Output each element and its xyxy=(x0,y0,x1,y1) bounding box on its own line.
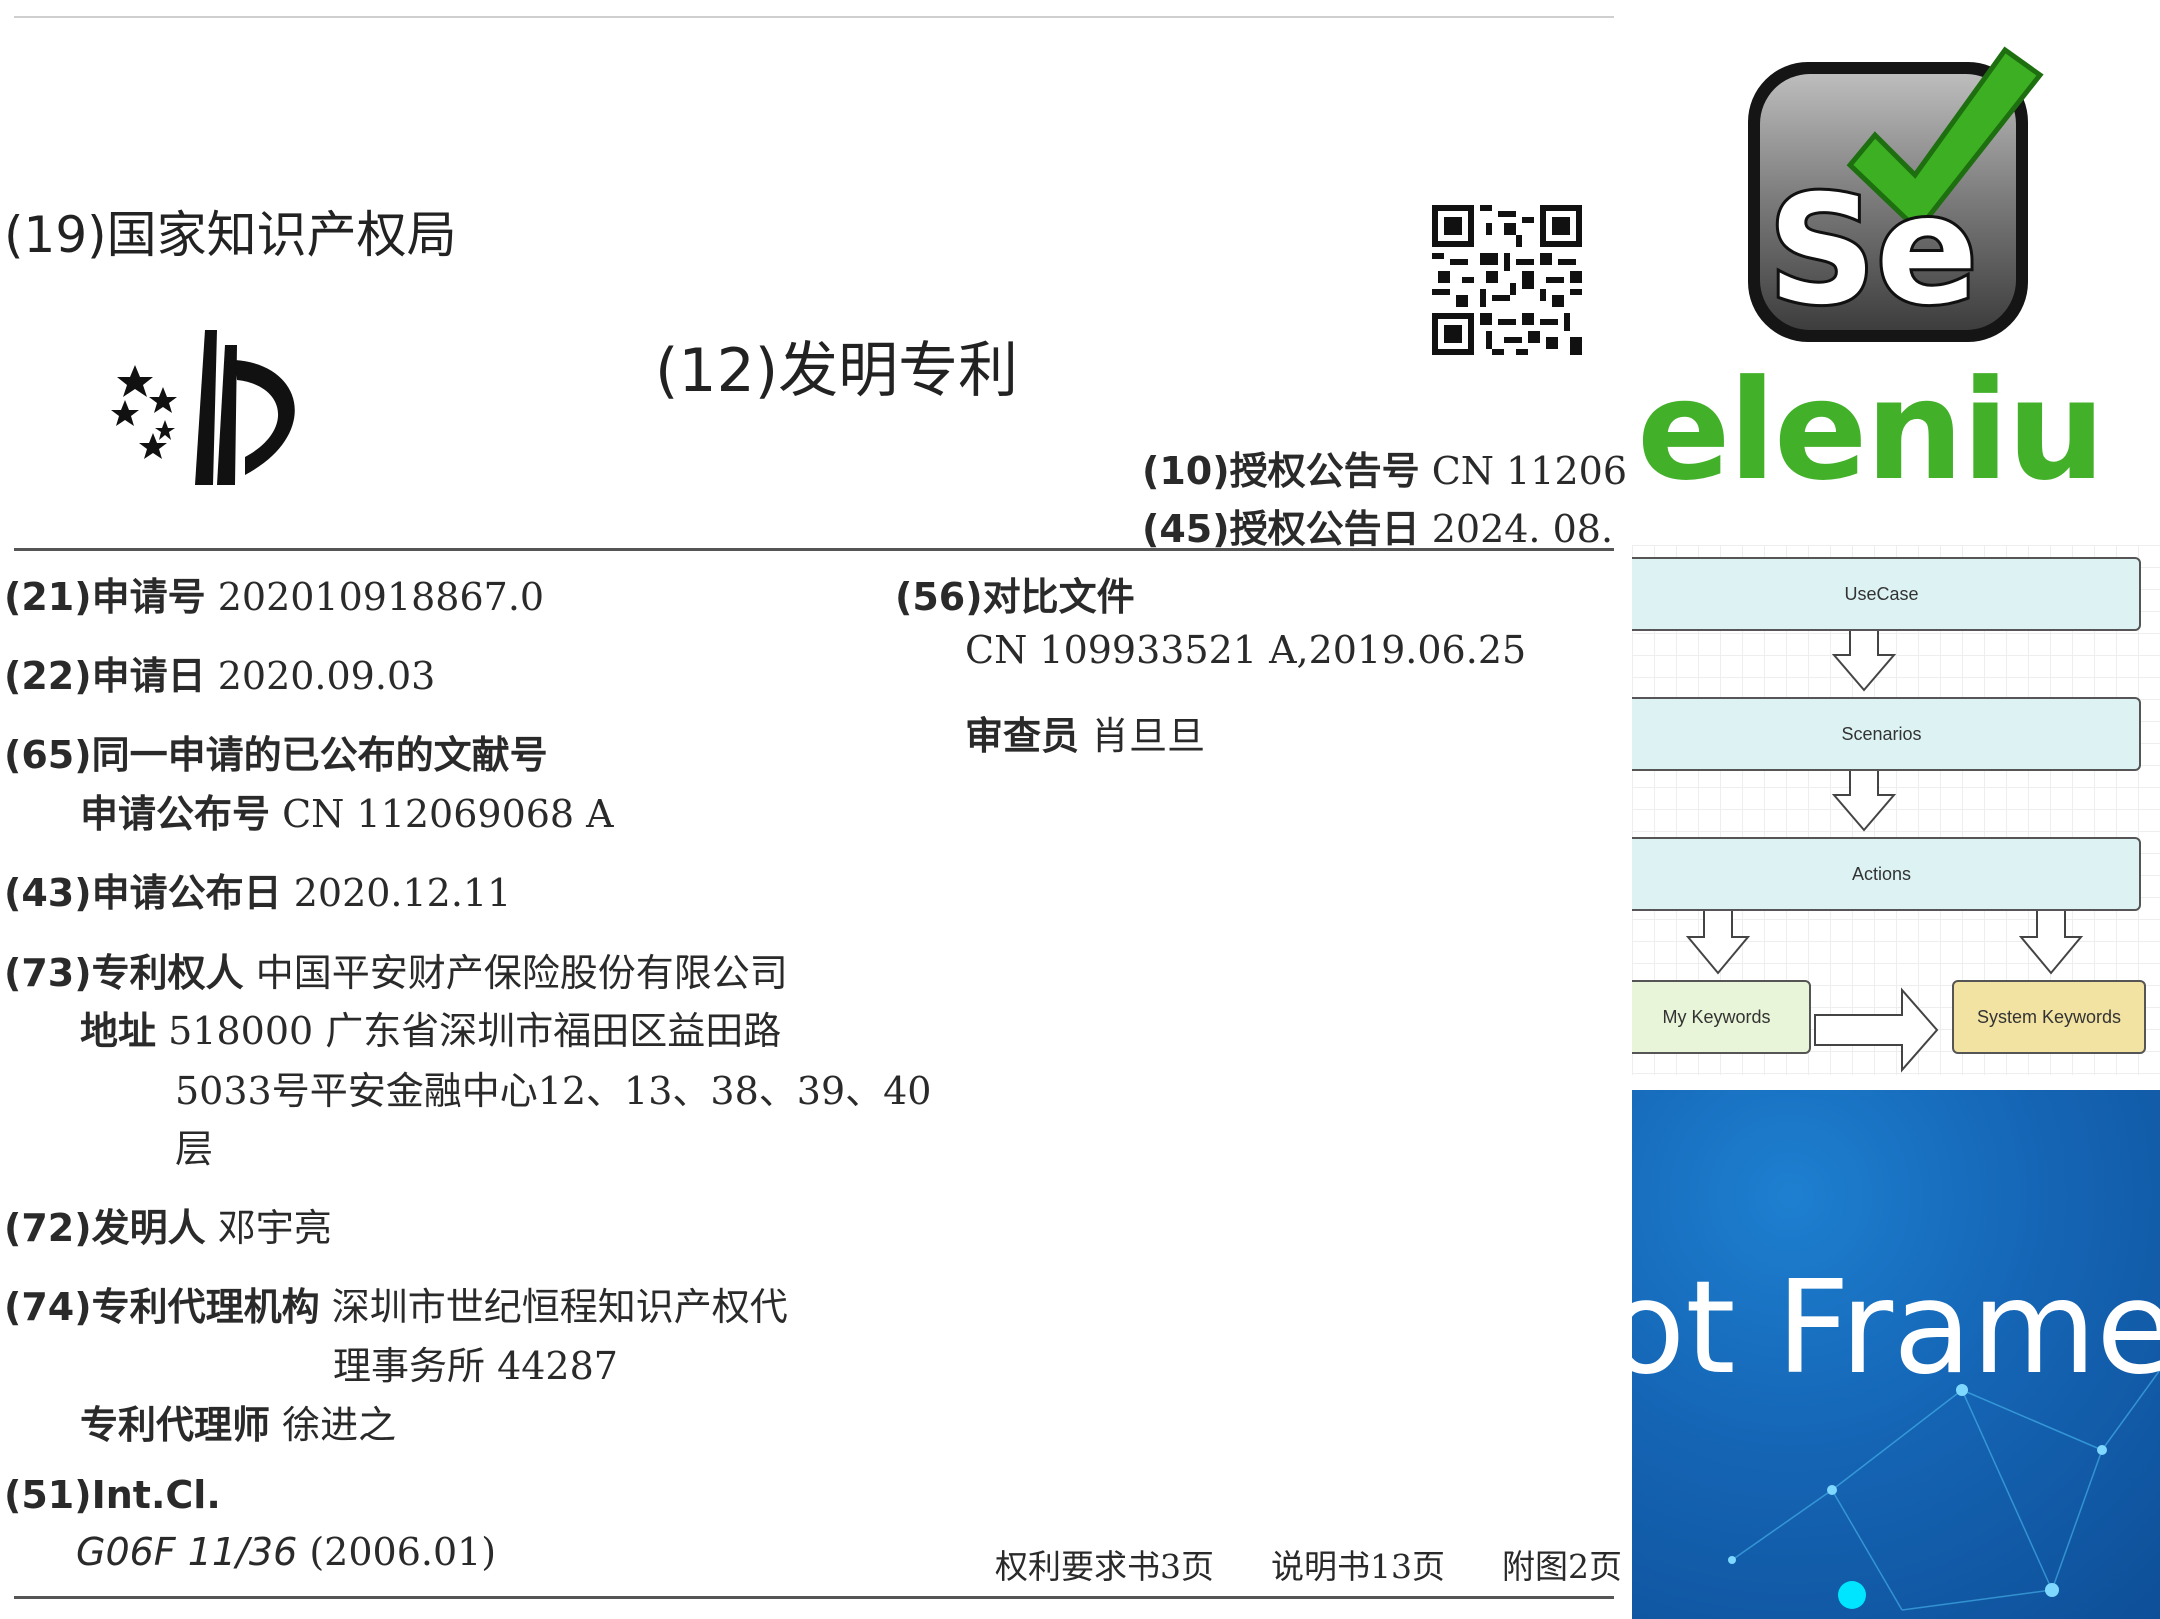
references-label: (56)对比文件 xyxy=(895,575,1135,619)
grant-date: (45)授权公告日 2024. 08. 13 xyxy=(1142,507,1625,551)
cnipa-emblem-icon xyxy=(111,330,295,485)
patentee: (73)专利权人 中国平安财产保险股份有限公司 xyxy=(4,951,788,995)
selenium-logo-panel: Se eleniu xyxy=(1625,0,2160,535)
address: 地址 518000 广东省深圳市福田区益田路 xyxy=(80,1009,782,1053)
drawing-pages: 附图2页 xyxy=(1502,1547,1622,1586)
publication-date: (43)申请公布日 2020.12.11 xyxy=(4,871,512,915)
robot-framework-text: ot Frame xyxy=(1632,1254,2160,1403)
publication-number: 申请公布号 CN 112069068 A xyxy=(80,792,614,836)
examiner: 审查员 肖旦旦 xyxy=(965,714,1206,758)
inventor: (72)发明人 邓宇亮 xyxy=(4,1206,332,1250)
robot-framework-banner: ot Frame xyxy=(1632,1090,2160,1619)
header-divider xyxy=(14,548,1614,551)
application-number: (21)申请号 202010918867.0 xyxy=(4,575,545,619)
grant-number: (10)授权公告号 CN 1120690 xyxy=(1142,449,1625,493)
address-line-2: 5033号平安金融中心12、13、38、39、40 xyxy=(175,1069,932,1113)
patent-agency-line-2: 理事务所 44287 xyxy=(333,1344,618,1388)
patent-agency: (74)专利代理机构 深圳市世纪恒程知识产权代 xyxy=(4,1285,788,1329)
application-date: (22)申请日 2020.09.03 xyxy=(4,654,436,698)
top-divider xyxy=(14,16,1614,18)
reference-1: CN 109933521 A,2019.06.25 xyxy=(965,628,1527,672)
qr-code-icon xyxy=(1432,205,1582,355)
my-keywords-box: My Keywords xyxy=(1632,980,1811,1054)
int-cl: G06F 11/36 (2006.01) xyxy=(76,1530,497,1574)
arrow-down-1-icon xyxy=(1831,629,1897,692)
scenarios-box: Scenarios xyxy=(1632,697,2141,771)
int-cl-label: (51)Int.Cl. xyxy=(4,1473,221,1517)
arrow-right-icon xyxy=(1814,987,1939,1073)
patent-agent: 专利代理师 徐进之 xyxy=(80,1403,397,1447)
patent-office: (19)国家知识产权局 xyxy=(4,206,457,264)
arrow-down-3-icon xyxy=(1685,909,1751,975)
document-type: (12)发明专利 xyxy=(655,336,1019,406)
system-keywords-box: System Keywords xyxy=(1952,980,2146,1054)
prior-publication-label: (65)同一申请的已公布的文献号 xyxy=(4,733,548,777)
actions-box: Actions xyxy=(1632,837,2141,911)
patent-document: (19)国家知识产权局 (12)发明专利 (10)授权公告号 CN 11206 … xyxy=(0,0,1625,1619)
claims-pages: 权利要求书3页 xyxy=(995,1547,1214,1586)
selenium-se-letters: Se xyxy=(1768,164,1978,338)
address-line-3: 层 xyxy=(175,1127,214,1171)
page-count-footer: 权利要求书3页 说明书13页 附图2页 xyxy=(995,1540,1622,1588)
description-pages: 说明书13页 xyxy=(1271,1547,1445,1586)
arrow-down-4-icon xyxy=(2018,909,2084,975)
selenium-wordmark: eleniu xyxy=(1637,350,2105,511)
keyword-flow-diagram: UseCase Scenarios Actions My Keywords Sy… xyxy=(1632,545,2160,1075)
selenium-logo-icon: Se xyxy=(1748,46,2044,342)
usecase-box: UseCase xyxy=(1632,557,2141,631)
arrow-down-2-icon xyxy=(1831,769,1897,832)
bottom-divider xyxy=(14,1596,1614,1599)
